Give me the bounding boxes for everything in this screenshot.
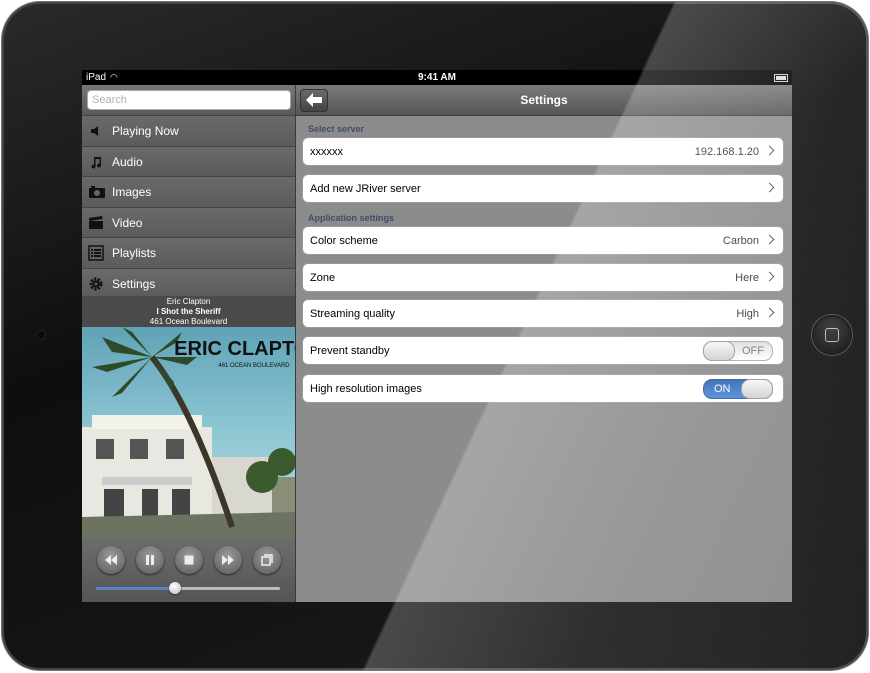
streaming-quality-value: High bbox=[736, 308, 759, 320]
prevent-standby-label: Prevent standby bbox=[310, 345, 390, 357]
zone-cell[interactable]: Zone Here bbox=[302, 263, 784, 292]
prevent-standby-cell: Prevent standby OFF bbox=[302, 336, 784, 365]
position-slider-fill bbox=[96, 587, 176, 590]
chevron-right-icon bbox=[764, 234, 775, 245]
color-scheme-value: Carbon bbox=[722, 235, 759, 247]
battery-icon bbox=[774, 74, 788, 82]
now-playing-album: 461 Ocean Boulevard bbox=[149, 317, 228, 326]
chevron-right-icon bbox=[764, 182, 775, 193]
playback-controls bbox=[82, 539, 295, 602]
streaming-quality-cell[interactable]: Streaming quality High bbox=[302, 299, 784, 328]
search-input[interactable] bbox=[87, 90, 291, 110]
zone-value: Here bbox=[735, 272, 759, 284]
section-header-app-settings: Application settings bbox=[308, 213, 395, 223]
high-res-images-toggle[interactable]: ON bbox=[703, 379, 773, 399]
position-slider-knob[interactable] bbox=[169, 582, 182, 594]
chevron-right-icon bbox=[764, 307, 775, 318]
position-slider[interactable] bbox=[96, 582, 280, 594]
now-playing-info: Eric Clapton I Shot the Sheriff 461 Ocea… bbox=[82, 296, 295, 328]
high-res-images-cell: High resolution images ON bbox=[302, 374, 784, 403]
add-server-label: Add new JRiver server bbox=[310, 183, 421, 195]
sidebar-item-label: Playlists bbox=[112, 246, 157, 260]
sidebar-item-label: Playing Now bbox=[112, 124, 179, 138]
sidebar-item-playing-now[interactable]: Playing Now bbox=[82, 116, 295, 147]
stop-button[interactable] bbox=[175, 546, 203, 574]
sidebar-item-label: Audio bbox=[112, 154, 143, 169]
sidebar: Playing Now Audio Images Video bbox=[82, 85, 296, 602]
sidebar-item-video[interactable]: Video bbox=[82, 207, 295, 238]
toggle-state-text: ON bbox=[714, 383, 731, 395]
now-playing-track: I Shot the Sheriff bbox=[156, 307, 221, 316]
toggle-knob bbox=[741, 379, 773, 399]
pause-button[interactable] bbox=[136, 546, 164, 574]
toggle-knob bbox=[703, 341, 735, 361]
ipad-frame: iPad ◠ 9:41 AM Playing Now Audio bbox=[2, 2, 868, 670]
server-name: xxxxxx bbox=[310, 146, 343, 158]
speaker-icon bbox=[88, 123, 104, 139]
home-square-icon bbox=[825, 328, 839, 342]
music-note-icon bbox=[88, 154, 104, 170]
rewind-button[interactable] bbox=[97, 546, 125, 574]
page-title: Settings bbox=[520, 93, 568, 107]
album-art[interactable]: ERIC CLAPTON 461 OCEAN BOULEVARD bbox=[82, 327, 295, 539]
gear-icon bbox=[88, 276, 104, 292]
search-bar bbox=[82, 85, 295, 116]
sidebar-item-playlists[interactable]: Playlists bbox=[82, 238, 295, 269]
section-header-select-server: Select server bbox=[308, 124, 365, 134]
status-bar: iPad ◠ 9:41 AM bbox=[82, 70, 792, 85]
sidebar-item-label: Images bbox=[112, 185, 152, 199]
color-scheme-label: Color scheme bbox=[310, 235, 378, 247]
add-server-cell[interactable]: Add new JRiver server bbox=[302, 174, 784, 203]
sidebar-item-audio[interactable]: Audio bbox=[82, 146, 295, 177]
camera-icon bbox=[36, 330, 46, 340]
stop-icon bbox=[184, 555, 194, 565]
toggle-state-text: OFF bbox=[742, 345, 764, 357]
fast-forward-button[interactable] bbox=[214, 546, 242, 574]
clapperboard-icon bbox=[88, 215, 104, 231]
chevron-right-icon bbox=[764, 145, 775, 156]
pause-icon bbox=[146, 555, 154, 565]
sidebar-item-label: Video bbox=[112, 215, 143, 230]
sidebar-item-settings[interactable]: Settings bbox=[82, 268, 295, 299]
zone-switch-button[interactable] bbox=[253, 546, 281, 574]
rewind-icon bbox=[105, 555, 117, 565]
settings-panel: Settings Select server xxxxxx 192.168.1.… bbox=[296, 85, 792, 602]
copy-window-icon bbox=[261, 554, 273, 566]
now-playing-artist: Eric Clapton bbox=[166, 297, 211, 306]
server-ip: 192.168.1.20 bbox=[694, 146, 759, 158]
screen: iPad ◠ 9:41 AM Playing Now Audio bbox=[82, 70, 792, 602]
high-res-images-label: High resolution images bbox=[310, 383, 422, 395]
camera-icon bbox=[88, 184, 105, 200]
color-scheme-cell[interactable]: Color scheme Carbon bbox=[302, 226, 784, 255]
status-time: 9:41 AM bbox=[418, 72, 456, 83]
zone-label: Zone bbox=[310, 272, 336, 284]
sidebar-item-images[interactable]: Images bbox=[82, 177, 295, 208]
home-button[interactable] bbox=[812, 315, 852, 355]
album-art-title: ERIC CLAPTON bbox=[174, 338, 295, 360]
list-icon bbox=[88, 245, 104, 261]
nav-bar: Settings bbox=[296, 85, 792, 116]
sidebar-item-label: Settings bbox=[112, 276, 156, 291]
album-art-image: ERIC CLAPTON 461 OCEAN BOULEVARD bbox=[82, 327, 295, 539]
album-art-subtitle: 461 OCEAN BOULEVARD bbox=[218, 363, 290, 369]
streaming-quality-label: Streaming quality bbox=[310, 308, 395, 320]
chevron-right-icon bbox=[764, 271, 775, 282]
fast-forward-icon bbox=[222, 555, 234, 565]
server-cell[interactable]: xxxxxx 192.168.1.20 bbox=[302, 137, 784, 166]
prevent-standby-toggle[interactable]: OFF bbox=[703, 341, 773, 361]
